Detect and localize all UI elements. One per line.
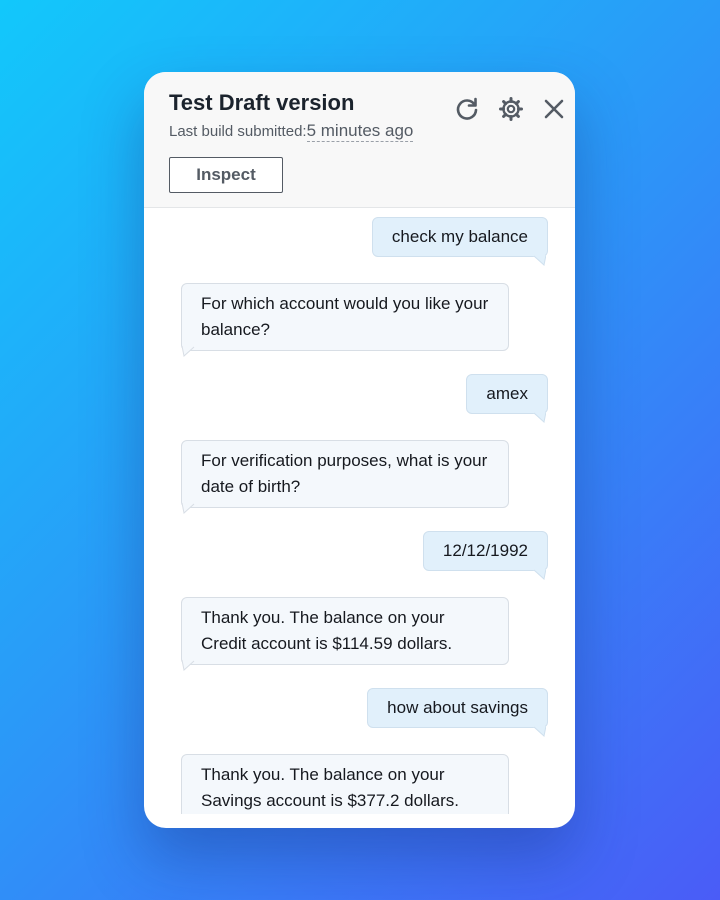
inspect-button[interactable]: Inspect	[169, 157, 283, 193]
refresh-icon[interactable]	[454, 96, 480, 122]
panel-header: Test Draft version Last build submitted:…	[144, 72, 575, 208]
bot-bubble-tail	[182, 660, 196, 671]
chat-test-panel: Test Draft version Last build submitted:…	[144, 72, 575, 828]
message-text: Thank you. The balance on your Savings a…	[201, 765, 459, 810]
bot-message: For verification purposes, what is your …	[181, 440, 509, 508]
settings-gear-icon[interactable]	[498, 96, 524, 122]
message-text: check my balance	[391, 227, 528, 246]
user-bubble-tail	[532, 412, 546, 423]
user-message: amex	[466, 374, 548, 414]
message-text: amex	[486, 384, 528, 403]
bot-bubble-tail	[182, 503, 196, 514]
user-bubble-tail	[532, 726, 546, 737]
build-status-label: Last build submitted:	[169, 123, 307, 140]
message-text: Thank you. The balance on your Credit ac…	[201, 608, 453, 653]
build-status: Last build submitted:5 minutes ago	[169, 121, 414, 142]
user-message: 12/12/1992	[422, 531, 548, 571]
user-message: check my balance	[371, 217, 548, 257]
close-icon[interactable]	[541, 96, 567, 122]
message-text: For verification purposes, what is your …	[201, 451, 488, 496]
user-bubble-tail	[532, 569, 546, 580]
bot-message: For which account would you like your ba…	[181, 283, 509, 351]
message-text: how about savings	[387, 698, 528, 717]
message-text: For which account would you like your ba…	[201, 294, 489, 339]
build-time[interactable]: 5 minutes ago	[306, 121, 414, 142]
bot-message: Thank you. The balance on your Credit ac…	[181, 597, 509, 665]
bot-message: Thank you. The balance on your Savings a…	[181, 754, 509, 814]
user-bubble-tail	[532, 255, 546, 266]
user-message: how about savings	[367, 688, 548, 728]
message-text: 12/12/1992	[442, 541, 528, 560]
message-list[interactable]: check my balance For which account would…	[144, 208, 575, 814]
bot-bubble-tail	[182, 346, 196, 357]
panel-title: Test Draft version	[169, 90, 355, 115]
